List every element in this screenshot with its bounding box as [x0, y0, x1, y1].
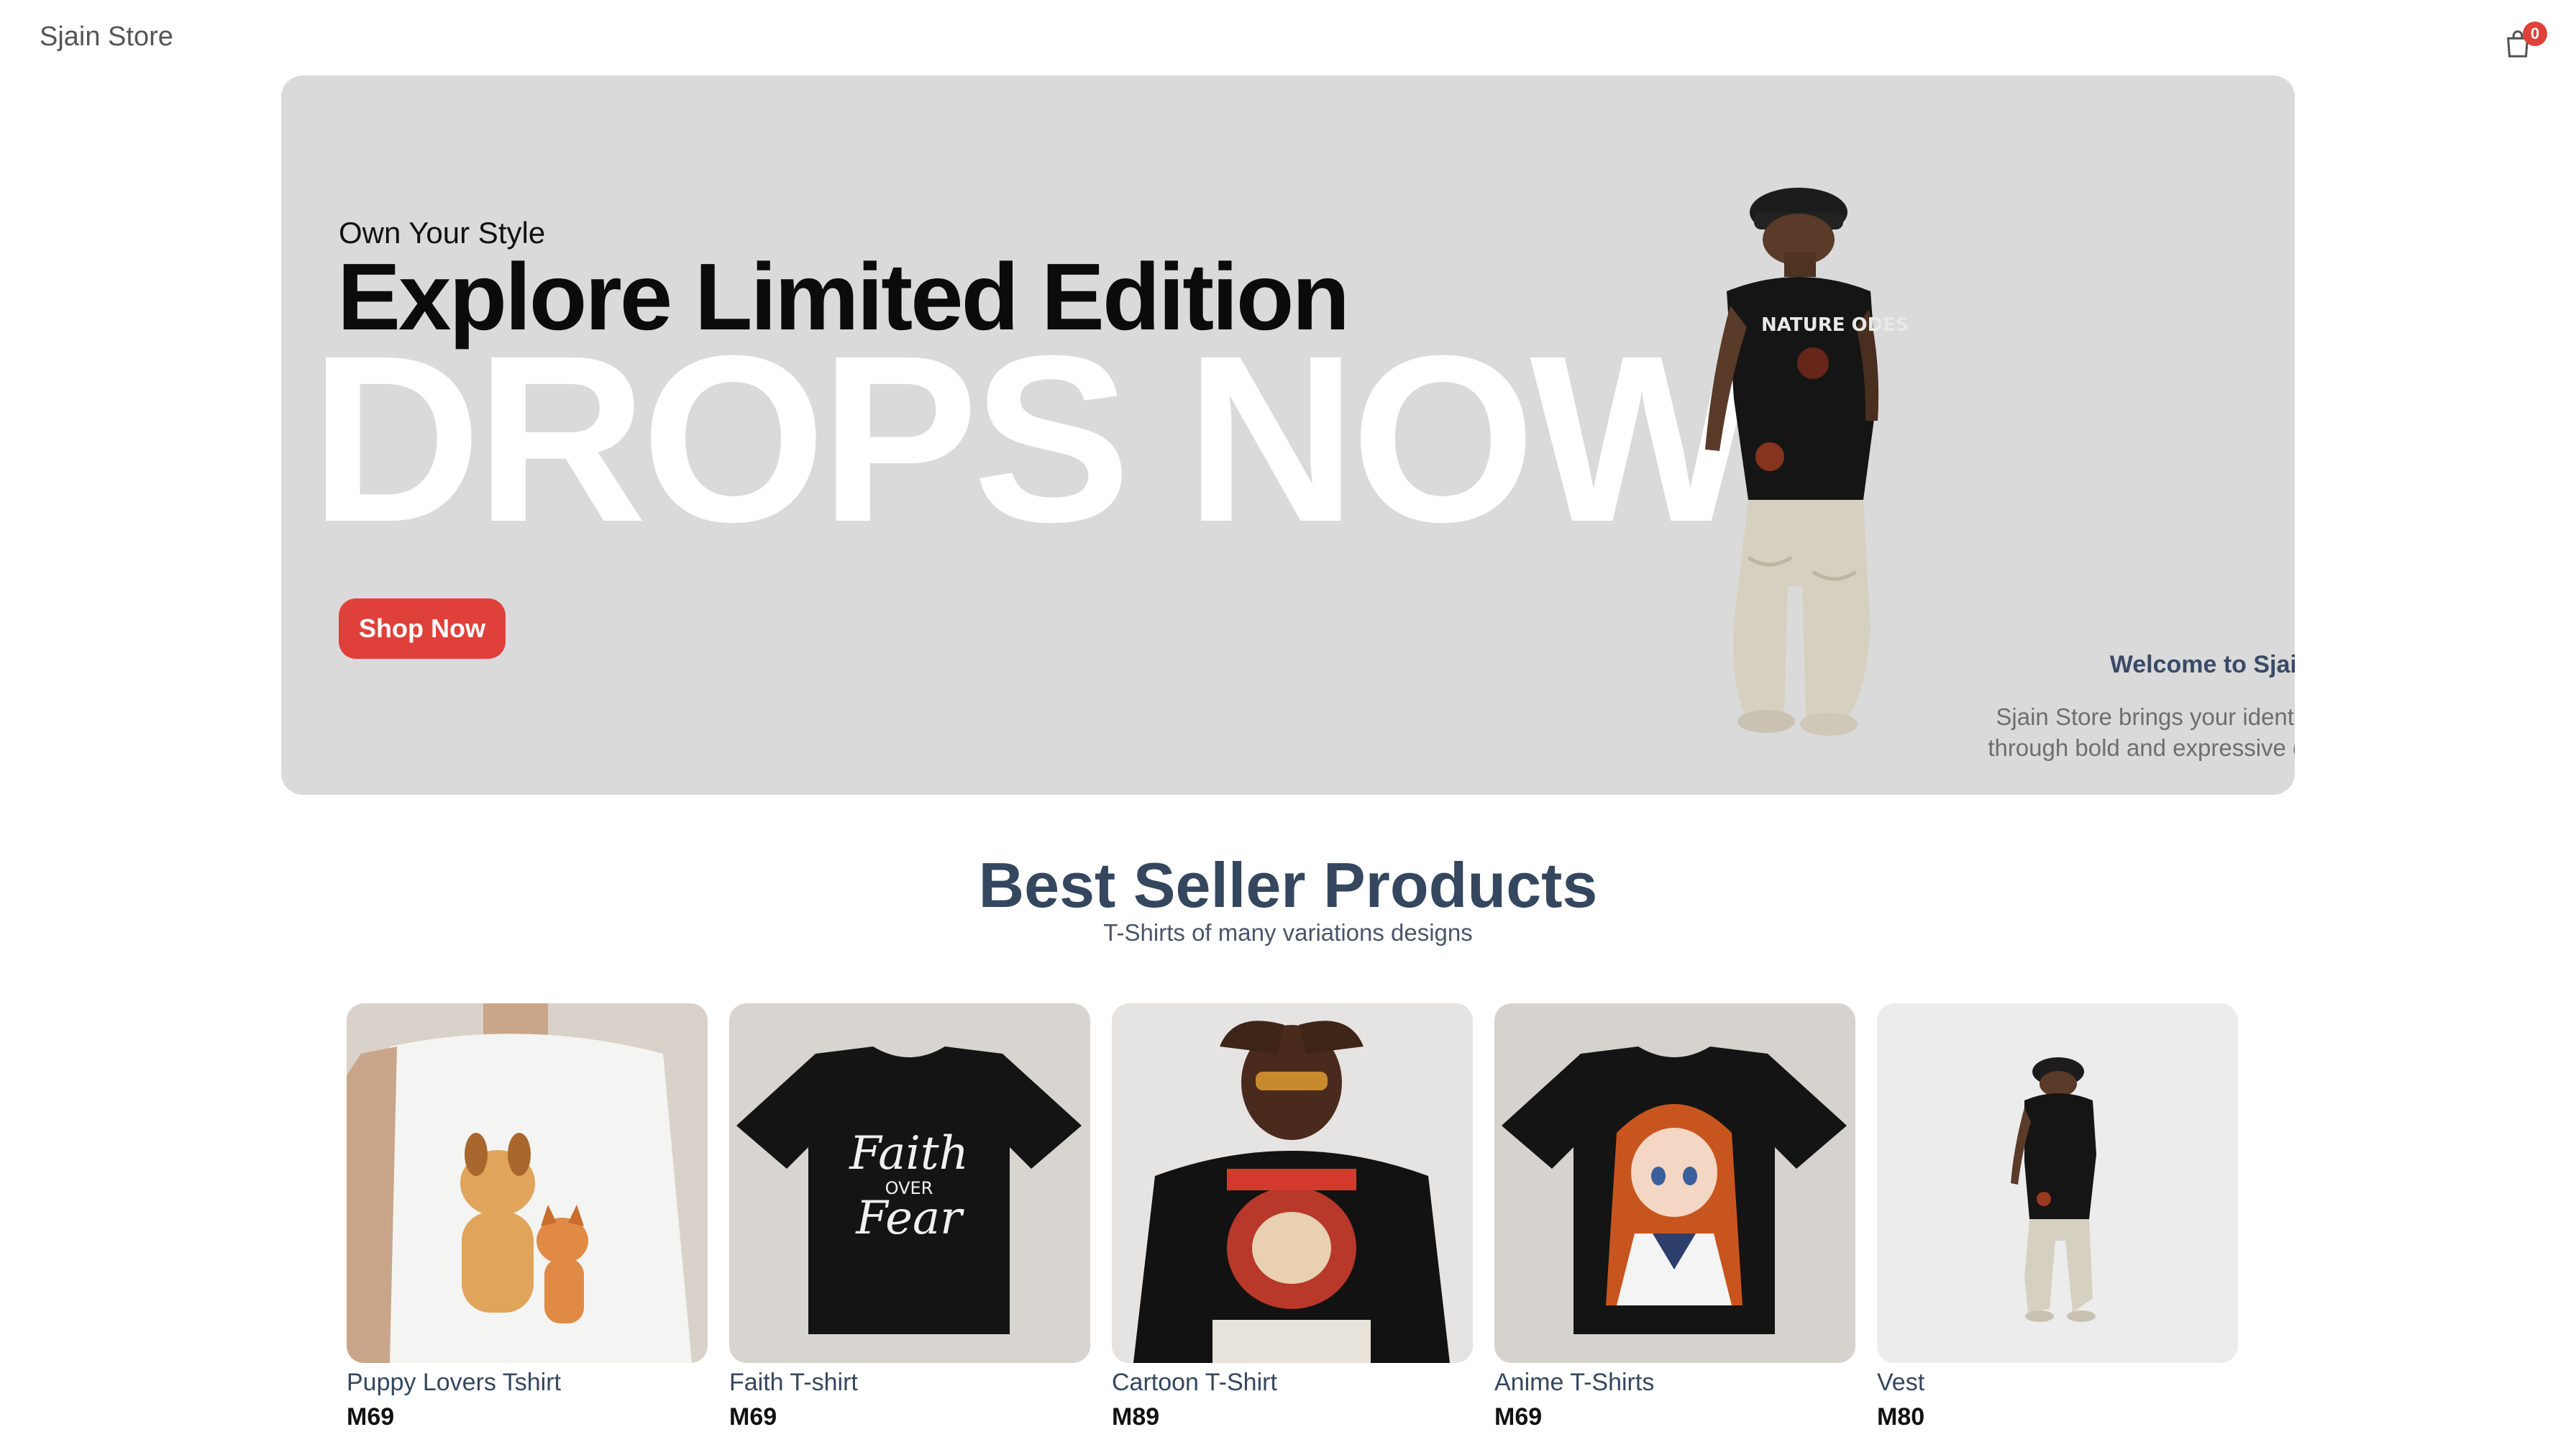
hero-big-text: DROPS NOW [310, 306, 1754, 571]
store-brand[interactable]: Sjain Store [40, 22, 173, 53]
product-price: M69 [729, 1403, 777, 1431]
product-price: M69 [1494, 1403, 1543, 1431]
product-image-cartoon-tshirt[interactable] [1112, 1003, 1473, 1363]
product-grid: Puppy Lovers Tshirt M69 Faith OVER Fear … [345, 1003, 2238, 1435]
best-seller-subtitle: T-Shirts of many variations designs [1103, 919, 1473, 946]
vest-print-text: NATURE ODES [1761, 314, 1909, 336]
product-card[interactable]: Puppy Lovers Tshirt M69 [347, 1003, 708, 1435]
shop-now-button[interactable]: Shop Now [339, 598, 506, 659]
product-image-puppy-tshirt[interactable] [347, 1003, 708, 1363]
faith-print-line-3: Fear [855, 1192, 964, 1245]
product-image-faith-tshirt[interactable]: Faith OVER Fear [729, 1003, 1090, 1363]
product-name[interactable]: Faith T-shirt [729, 1369, 858, 1397]
welcome-description: Sjain Store brings your identity to life… [1705, 701, 2295, 763]
product-name[interactable]: Puppy Lovers Tshirt [347, 1369, 561, 1397]
product-image-anime-tshirt[interactable] [1494, 1003, 1855, 1363]
product-card[interactable]: Anime T-Shirts M69 [1494, 1003, 1855, 1435]
product-card[interactable]: Faith OVER Fear Faith T-shirt M69 [729, 1003, 1090, 1435]
hero-banner: Own Your Style Explore Limited Edition D… [281, 76, 2295, 795]
cart-button[interactable]: 0 [2501, 20, 2547, 65]
cart-count-badge: 0 [2523, 22, 2547, 46]
product-price: M69 [347, 1403, 395, 1431]
welcome-title: Welcome to Sjain Store [2109, 651, 2295, 678]
product-name[interactable]: Anime T-Shirts [1494, 1369, 1654, 1397]
best-seller-title: Best Seller Products [978, 849, 1598, 921]
product-card[interactable]: Vest M80 [1877, 1003, 2238, 1435]
product-image-vest[interactable] [1877, 1003, 2238, 1363]
faith-print-line-1: Faith [849, 1127, 969, 1180]
welcome-line-2: through bold and expressive designs. [1988, 734, 2295, 761]
product-price: M80 [1877, 1403, 1925, 1431]
product-card[interactable]: Cartoon T-Shirt M89 [1112, 1003, 1473, 1435]
welcome-line-1: Sjain Store brings your identity to life [1996, 703, 2295, 730]
product-name[interactable]: Vest [1877, 1369, 1924, 1397]
product-name[interactable]: Cartoon T-Shirt [1112, 1369, 1277, 1397]
product-price: M89 [1112, 1403, 1160, 1431]
